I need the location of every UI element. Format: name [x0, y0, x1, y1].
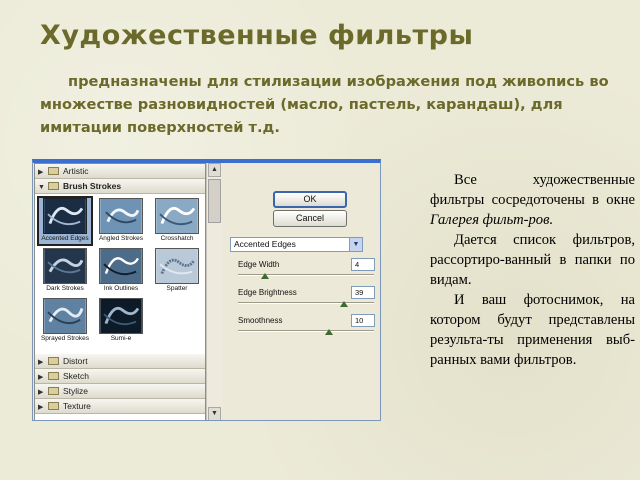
side-paragraph-2: Дается список фильтров, рассортиро-ванны… — [430, 232, 635, 288]
side-paragraph-1: Все художественные фильтры сосредоточены… — [430, 170, 635, 230]
filter-select[interactable]: Accented Edges ▼ — [230, 237, 363, 252]
filter-tree: ▶ Artistic ▼ Brush Strokes Accented Edges … — [34, 163, 206, 420]
category-texture[interactable]: ▶ Texture — [35, 399, 205, 414]
chevron-down-icon[interactable]: ▼ — [349, 238, 362, 251]
thumbnail-dark-strokes[interactable]: Dark Strokes — [37, 248, 93, 294]
triangle-right-icon: ▶ — [38, 359, 44, 366]
filter-gallery-window: ▶ Artistic ▼ Brush Strokes Accented Edges … — [32, 159, 381, 421]
scrollbar-thumb[interactable] — [208, 179, 221, 223]
thumbnail-accented-edges[interactable]: Accented Edges — [37, 196, 93, 246]
edge-brightness-slider[interactable] — [238, 302, 374, 304]
thumbnail-angled-strokes[interactable]: Angled Strokes — [93, 198, 149, 244]
tree-scrollbar[interactable]: ▲ ▼ — [206, 163, 222, 420]
folder-icon — [48, 402, 59, 410]
side-paragraph-3: И ваш фотоснимок, на котором будут предс… — [430, 292, 635, 368]
edge-width-slider[interactable] — [238, 274, 374, 276]
triangle-right-icon: ▶ — [38, 404, 44, 411]
scroll-up-icon[interactable]: ▲ — [208, 163, 221, 177]
folder-icon — [48, 387, 59, 395]
category-label: Texture — [63, 401, 91, 411]
thumbnail-image — [43, 248, 87, 284]
side-paragraph-1-text: Все художественные фильтры сосредоточены… — [430, 172, 635, 208]
thumbnail-ink-outlines[interactable]: Ink Outlines — [93, 248, 149, 294]
thumbnail-image — [43, 198, 87, 234]
thumbnail-label: Dark Strokes — [46, 285, 84, 292]
thumbnail-image — [99, 298, 143, 334]
thumbnail-label: Sumi-e — [110, 335, 132, 342]
side-paragraph-1-emphasis: Галерея фильт-ров. — [430, 212, 554, 228]
thumbnail-image — [155, 248, 199, 284]
category-label: Artistic — [63, 166, 89, 176]
side-text: Все художественные фильтры сосредоточены… — [430, 170, 635, 370]
edge-width-input[interactable]: 4 — [351, 258, 375, 271]
category-label: Distort — [63, 356, 88, 366]
thumbnail-image — [99, 248, 143, 284]
thumbnail-label: Accented Edges — [41, 235, 89, 242]
folder-icon — [48, 167, 59, 175]
category-label: Sketch — [63, 371, 89, 381]
ok-button[interactable]: OK — [273, 191, 347, 208]
edge-brightness-slider-knob[interactable] — [340, 301, 349, 307]
smoothness-slider-knob[interactable] — [325, 329, 334, 335]
edge-brightness-label: Edge Brightness — [238, 288, 297, 297]
thumbnail-label: Angled Strokes — [98, 235, 144, 242]
triangle-right-icon: ▶ — [38, 374, 44, 381]
smoothness-slider[interactable] — [238, 330, 374, 332]
thumbnail-label: Ink Outlines — [103, 285, 139, 292]
thumbnail-image — [99, 198, 143, 234]
category-stylize[interactable]: ▶ Stylize — [35, 384, 205, 399]
folder-icon — [48, 372, 59, 380]
thumbnail-label: Crosshatch — [160, 235, 194, 242]
filter-select-value: Accented Edges — [234, 239, 296, 249]
thumbnail-label: Spatter — [166, 285, 188, 292]
smoothness-label: Smoothness — [238, 316, 283, 325]
triangle-right-icon: ▶ — [38, 169, 44, 176]
category-artistic[interactable]: ▶ Artistic — [35, 164, 205, 179]
slide-subtitle: предназначены для стилизации изображения… — [40, 73, 609, 136]
category-label: Stylize — [63, 386, 89, 396]
edge-width-label: Edge Width — [238, 260, 280, 269]
thumbnail-sprayed-strokes[interactable]: Sprayed Strokes — [37, 298, 93, 344]
smoothness-input[interactable]: 10 — [351, 314, 375, 327]
thumbnail-grid: Accented Edges Angled Strokes Crosshatch… — [35, 194, 205, 354]
edge-width-slider-knob[interactable] — [261, 273, 270, 279]
triangle-down-icon: ▼ — [38, 184, 45, 191]
thumbnail-image — [155, 198, 199, 234]
thumbnail-image — [43, 298, 87, 334]
slide-title: Художественные фильтры — [40, 20, 474, 51]
category-brush-strokes[interactable]: ▼ Brush Strokes — [35, 179, 205, 194]
category-sketch[interactable]: ▶ Sketch — [35, 369, 205, 384]
category-distort[interactable]: ▶ Distort — [35, 354, 205, 369]
folder-icon — [48, 357, 59, 365]
thumbnail-label: Sprayed Strokes — [40, 335, 90, 342]
thumbnail-sumi-e[interactable]: Sumi-e — [93, 298, 149, 344]
thumbnail-spatter[interactable]: Spatter — [149, 248, 205, 294]
category-label: Brush Strokes — [63, 181, 122, 191]
cancel-button[interactable]: Cancel — [273, 210, 347, 227]
triangle-right-icon: ▶ — [38, 389, 44, 396]
folder-icon — [48, 182, 59, 190]
scroll-down-icon[interactable]: ▼ — [208, 407, 221, 420]
thumbnail-crosshatch[interactable]: Crosshatch — [149, 198, 205, 244]
edge-brightness-input[interactable]: 39 — [351, 286, 375, 299]
